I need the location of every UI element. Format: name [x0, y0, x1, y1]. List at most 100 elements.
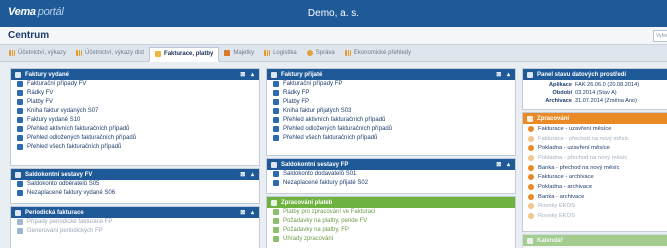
report-icon: [273, 180, 279, 187]
panel-header: Zpracování: [523, 113, 667, 124]
tab-ucetnictvi[interactable]: Účetnictví, výkazy: [4, 47, 71, 60]
list-item[interactable]: Úhrady zpracování: [267, 235, 515, 244]
chart-icon: [264, 50, 271, 56]
document-icon: [273, 218, 279, 225]
process-item[interactable]: Fakturace - archivace: [523, 172, 667, 182]
process-item[interactable]: Rovnky EKOS: [523, 202, 667, 212]
list-item[interactable]: Platby FV: [11, 98, 259, 107]
info-icon: [527, 71, 533, 78]
list-item[interactable]: Přehled všech fakturačních případů: [267, 133, 515, 142]
gear-icon: [306, 50, 313, 56]
list-item[interactable]: Faktury vydané S10: [11, 116, 259, 125]
process-item[interactable]: Banka - přechod na nový měsíc: [523, 163, 667, 173]
chart-icon: [76, 50, 83, 56]
tab-sprava[interactable]: Správa: [302, 47, 340, 60]
panel-header: Periodická fakturace ⊠ ▴: [11, 207, 259, 218]
panel-saldokonto-fp: Saldokontní sestavy FP ⊠ ▴ Saldokonto dod…: [266, 158, 516, 194]
company-name: Demo, a. s.: [307, 8, 360, 19]
panel-faktury-vydane: Faktury vydané ⊠ ▴ Fakturační případy FV …: [10, 68, 260, 166]
list-icon: [15, 71, 21, 78]
list-item[interactable]: Přehled všech fakturačních případů: [11, 142, 259, 151]
panel-controls[interactable]: ⊠ ▴: [240, 71, 256, 78]
panel-faktury-prijate: Faktury přijaté ⊠ ▴ Fakturační případy FP…: [266, 68, 516, 156]
list-item[interactable]: Fakturační případy FP: [267, 80, 515, 89]
document-icon: [17, 90, 23, 97]
report-icon: [17, 134, 23, 141]
panel-header: Saldokontní sestavy FP ⊠ ▴: [267, 159, 515, 170]
list-item[interactable]: Požadavky na platby, pende FV: [267, 217, 515, 226]
panel-header: Panel stavu datových prostředí: [523, 69, 667, 80]
top-bar: Vema portál Demo, a. s.: [0, 0, 667, 27]
list-item[interactable]: Generování periodických FP: [11, 227, 259, 236]
list-item[interactable]: Platby pro zpracování ve Fakturaci: [267, 208, 515, 217]
list-item[interactable]: Přehled aktivních fakturačních případů: [11, 124, 259, 133]
list-item[interactable]: Přehled aktivních fakturačních případů: [267, 116, 515, 125]
document-icon: [17, 81, 23, 88]
document-icon: [17, 219, 23, 226]
list-item[interactable]: Nezaplacené faktury přijaté S02: [267, 179, 515, 188]
process-icon: [528, 145, 534, 152]
process-item[interactable]: Fakturace - uzavření měsíce: [523, 124, 667, 134]
tab-ekonomicke[interactable]: Ekonomické přehledy: [340, 47, 416, 60]
process-item[interactable]: Pokladna - archivace: [523, 182, 667, 192]
report-icon: [17, 181, 23, 188]
panel-kalendar: Kalendář: [522, 234, 667, 248]
report-icon: [273, 117, 279, 123]
process-icon: [528, 154, 534, 161]
list-item[interactable]: Fakturační případy FV: [11, 80, 259, 89]
process-icon: [528, 174, 534, 181]
panel-controls[interactable]: ⊠ ▴: [240, 171, 256, 178]
tab-logistika[interactable]: Logistika: [259, 47, 302, 60]
document-icon: [273, 90, 279, 97]
process-item[interactable]: Fakturace - přechod na nový měsíc: [523, 134, 667, 144]
info-row: Archivace 31.07.2014 (Změna Ano): [545, 98, 637, 104]
environment-info: Aplikace FAK 26.06.0 (20.08.2014) Období 0…: [523, 80, 667, 106]
process-item[interactable]: Banka - archivace: [523, 192, 667, 202]
panel-zpracovani-plateb: Zpracování plateb Platby pro zpracování …: [266, 196, 516, 248]
list-item[interactable]: Řádky FV: [11, 89, 259, 98]
process-icon: [528, 213, 534, 220]
panel-controls[interactable]: ⊠ ▴: [496, 161, 512, 168]
report-icon: [17, 108, 23, 115]
tab-fakturace[interactable]: Fakturace, platby: [149, 46, 220, 62]
list-item[interactable]: Saldokonto dodavatelů S01: [267, 170, 515, 179]
list-item[interactable]: Přehled odložených fakturačních případů: [267, 124, 515, 133]
panel-controls[interactable]: ⊠ ▴: [240, 209, 256, 216]
list-item[interactable]: Přehled odložených fakturačních případů: [11, 133, 259, 142]
info-row: Období 03.2014 (Stav A): [552, 90, 617, 96]
search-input[interactable]: Vyhle: [653, 30, 667, 42]
panel-zpracovani: Zpracování Fakturace - uzavření měsíce F…: [522, 112, 667, 232]
report-icon: [17, 117, 23, 123]
chart-icon: [344, 50, 351, 56]
document-icon: [17, 99, 23, 106]
document-icon: [273, 81, 279, 88]
gear-icon: [527, 115, 533, 122]
panel-controls[interactable]: ⊠ ▴: [496, 71, 512, 78]
list-icon: [271, 199, 277, 206]
list-item[interactable]: Případy periodické fakturace FP: [11, 218, 259, 227]
list-item[interactable]: Kniha faktur vydaných S07: [11, 107, 259, 116]
process-item[interactable]: Rovnky EKOS: [523, 211, 667, 221]
report-icon: [273, 108, 279, 115]
report-icon: [273, 134, 279, 141]
list-item[interactable]: Nezaplacené faktury vydané S06: [11, 189, 259, 198]
list-item[interactable]: Požadavky na platby, FP: [267, 226, 515, 235]
panel-periodicka-fakturace: Periodická fakturace ⊠ ▴ Případy periodic…: [10, 206, 260, 248]
process-item[interactable]: Pokladna - přechod na nový měsíc: [523, 153, 667, 163]
panel-header: Kalendář: [523, 235, 667, 246]
info-row: Aplikace FAK 26.06.0 (20.08.2014): [548, 82, 640, 88]
process-icon: [528, 193, 534, 200]
list-item[interactable]: Řádky FP: [267, 89, 515, 98]
chart-icon: [271, 71, 277, 78]
tab-ucetnictvi-dist[interactable]: Účetnictví, výkazy dist: [71, 47, 149, 60]
list-item[interactable]: Platby FP: [267, 98, 515, 107]
document-icon: [17, 228, 23, 235]
panel-datova-prostredi: Panel stavu datových prostředí Aplikace F…: [522, 68, 667, 110]
document-icon: [273, 227, 279, 234]
panel-header: Faktury přijaté ⊠ ▴: [267, 69, 515, 80]
process-item[interactable]: Pokladna - uzavření měsíce: [523, 143, 667, 153]
list-item[interactable]: Kniha faktur přijatých S03: [267, 107, 515, 116]
list-item[interactable]: Saldokonto odběratelů S05: [11, 180, 259, 189]
tab-majetky[interactable]: Majetky: [219, 47, 259, 60]
chart-icon: [15, 171, 21, 178]
